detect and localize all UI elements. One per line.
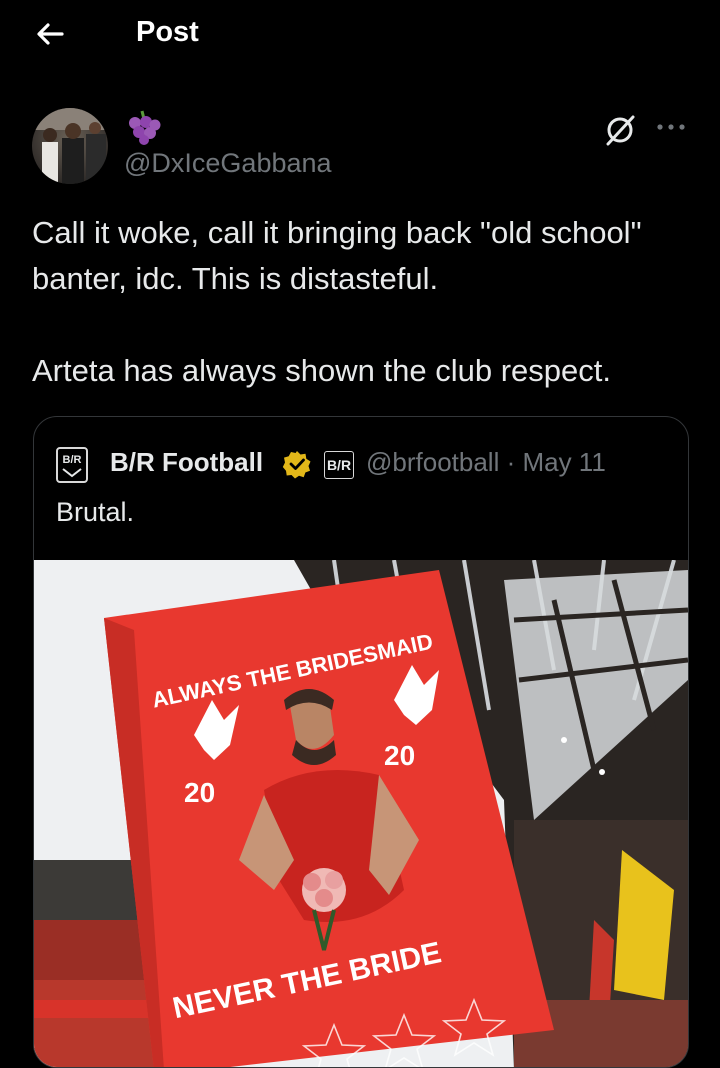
more-options-icon[interactable] <box>652 112 692 142</box>
grok-icon[interactable] <box>600 110 640 150</box>
page-title: Post <box>136 16 199 48</box>
grapes-icon <box>129 110 161 145</box>
arrow-left-icon[interactable] <box>30 14 70 54</box>
quoted-text: Brutal. <box>56 497 135 527</box>
quoted-post[interactable]: B/R B/R Football B/R @brfootball · May 1… <box>33 416 689 1068</box>
avatar[interactable] <box>32 108 108 184</box>
post-text-line: Call it woke, call it bringing back "old… <box>32 215 642 296</box>
banner-number-right: 20 <box>384 740 415 771</box>
affiliate-badge: B/R <box>324 451 354 479</box>
post-handle[interactable]: @DxIceGabbana <box>124 148 332 179</box>
banner-number-left: 20 <box>184 777 215 808</box>
verified-badge-icon <box>282 451 311 479</box>
quoted-author-name[interactable]: B/R Football <box>110 447 263 478</box>
top-bar: Post <box>0 0 720 70</box>
br-logo-icon: B/R <box>56 447 88 483</box>
quoted-handle-date: @brfootball · May 11 <box>366 447 606 477</box>
post-text-line: Arteta has always shown the club respect… <box>32 353 611 388</box>
quoted-media-image[interactable]: ALWAYS THE BRIDESMAID NEVER THE BRIDE 20… <box>34 560 688 1067</box>
avatar-image <box>32 108 108 184</box>
svg-text:B/R: B/R <box>63 454 82 466</box>
post-text: Call it woke, call it bringing back "old… <box>32 210 702 394</box>
